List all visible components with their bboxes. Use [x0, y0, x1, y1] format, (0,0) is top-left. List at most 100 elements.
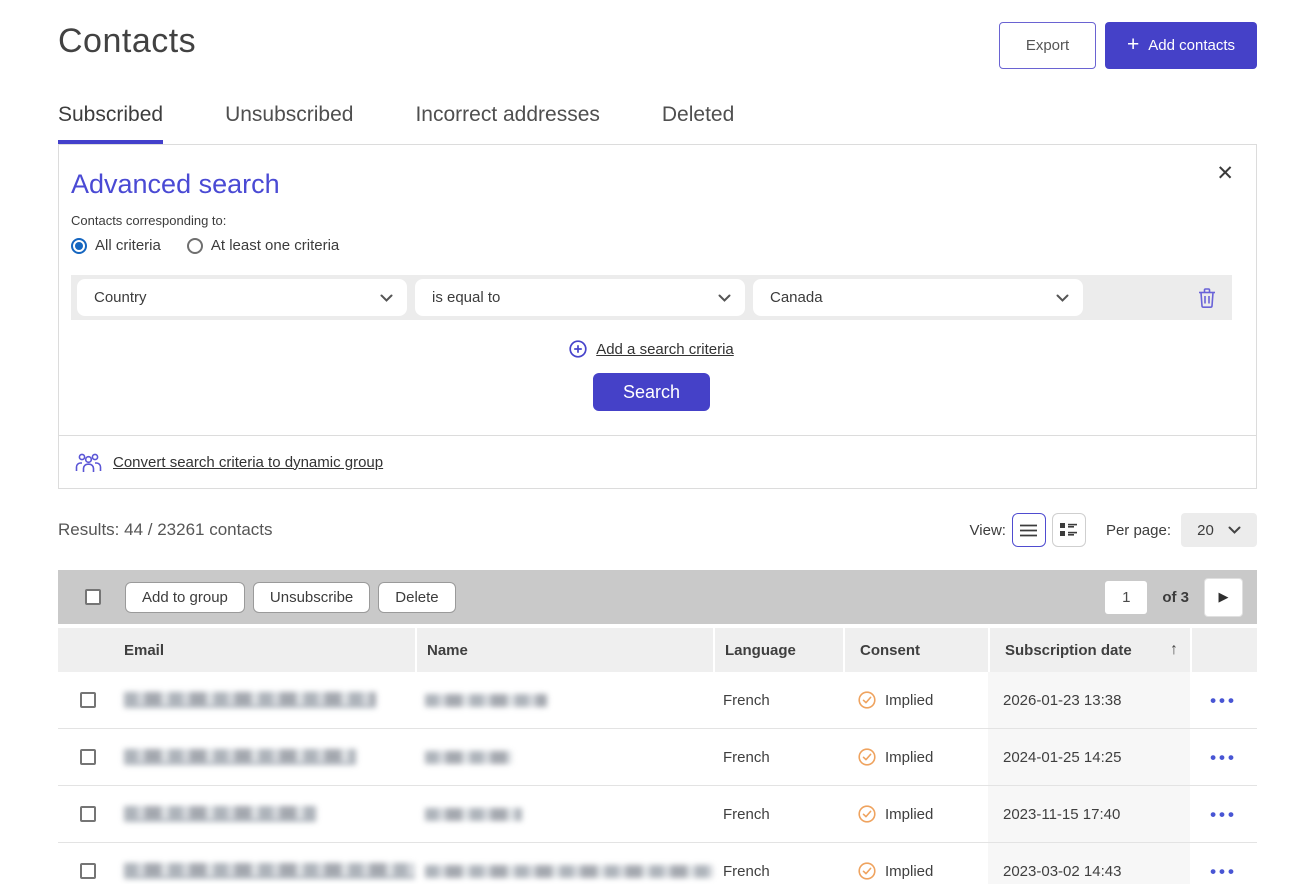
criteria-operator-value: is equal to: [432, 289, 500, 306]
redacted-email[interactable]: [124, 806, 316, 822]
subscription-date-cell: 2023-11-15 17:40: [1003, 806, 1120, 823]
column-header-name[interactable]: Name: [415, 628, 713, 672]
language-cell: French: [713, 806, 843, 823]
results-count: Results: 44 / 23261 contacts: [58, 520, 273, 540]
export-button[interactable]: Export: [999, 22, 1096, 69]
subscription-date-cell: 2024-01-25 14:25: [1003, 749, 1121, 766]
advanced-search-title: Advanced search: [71, 169, 1232, 200]
criteria-value-select[interactable]: Canada: [753, 279, 1083, 316]
delete-button[interactable]: Delete: [378, 582, 455, 613]
close-icon[interactable]: ✕: [1216, 163, 1234, 184]
add-search-criteria-link[interactable]: Add a search criteria: [569, 340, 734, 358]
check-circle-icon: [858, 691, 876, 709]
consent-cell: Implied: [843, 805, 988, 823]
consent-cell: Implied: [843, 748, 988, 766]
redacted-email[interactable]: [124, 749, 356, 765]
radio-selected-icon[interactable]: [71, 238, 87, 254]
tab-unsubscribed[interactable]: Unsubscribed: [225, 103, 353, 144]
row-checkbox[interactable]: [80, 692, 96, 708]
pagination: of 3 ▶: [1105, 578, 1243, 617]
per-page-select[interactable]: 20: [1181, 513, 1257, 547]
subscription-date-cell: 2023-03-02 14:43: [1003, 863, 1121, 880]
radio-unselected-icon[interactable]: [187, 238, 203, 254]
card-view-icon: [1060, 523, 1077, 537]
add-contacts-button[interactable]: + Add contacts: [1105, 22, 1257, 69]
language-cell: French: [713, 863, 843, 880]
select-all-checkbox[interactable]: [85, 589, 101, 605]
plus-icon: +: [1127, 34, 1139, 55]
list-view-button[interactable]: [1012, 513, 1046, 547]
subscription-date-cell: 2026-01-23 13:38: [1003, 692, 1121, 709]
subscription-date-label: Subscription date: [1005, 642, 1132, 659]
redacted-name: [425, 751, 512, 764]
row-actions-menu-button[interactable]: •••: [1210, 692, 1237, 709]
check-circle-icon: [858, 862, 876, 880]
tab-deleted[interactable]: Deleted: [662, 103, 734, 144]
tab-incorrect-addresses[interactable]: Incorrect addresses: [415, 103, 599, 144]
criteria-operator-select[interactable]: is equal to: [415, 279, 745, 316]
row-checkbox[interactable]: [80, 749, 96, 765]
advanced-search-panel: Advanced search ✕ Contacts corresponding…: [58, 144, 1257, 489]
consent-label: Implied: [885, 863, 933, 880]
column-header-language[interactable]: Language: [713, 628, 843, 672]
consent-label: Implied: [885, 806, 933, 823]
row-checkbox[interactable]: [80, 806, 96, 822]
trash-icon: [1198, 288, 1216, 308]
delete-criteria-button[interactable]: [1198, 288, 1216, 308]
table-header-row: Email Name Language Consent Subscription…: [58, 628, 1257, 672]
add-contacts-label: Add contacts: [1148, 37, 1235, 54]
unsubscribe-button[interactable]: Unsubscribe: [253, 582, 370, 613]
chevron-down-icon: [1228, 526, 1241, 534]
add-to-group-button[interactable]: Add to group: [125, 582, 245, 613]
per-page-value: 20: [1197, 522, 1214, 539]
convert-to-dynamic-group-link[interactable]: Convert search criteria to dynamic group: [113, 454, 383, 471]
column-header-email[interactable]: Email: [117, 628, 415, 672]
group-people-icon: [75, 451, 102, 473]
redacted-email[interactable]: [124, 692, 376, 708]
page-header: Contacts Export + Add contacts: [58, 0, 1257, 69]
consent-cell: Implied: [843, 862, 988, 880]
add-search-criteria-label: Add a search criteria: [596, 341, 734, 358]
consent-label: Implied: [885, 749, 933, 766]
criteria-mode-radios: All criteria At least one criteria: [71, 237, 1232, 254]
page-title: Contacts: [58, 22, 196, 61]
card-view-button[interactable]: [1052, 513, 1086, 547]
per-page-label: Per page:: [1106, 522, 1171, 539]
redacted-name: [425, 694, 547, 707]
page-number-input[interactable]: [1105, 581, 1147, 614]
table-row: French Implied 2024-01-25 14:25 •••: [58, 729, 1257, 786]
next-page-button[interactable]: ▶: [1204, 578, 1243, 617]
radio-all-criteria[interactable]: All criteria: [71, 237, 161, 254]
status-tabs: Subscribed Unsubscribed Incorrect addres…: [58, 103, 1257, 144]
column-header-consent[interactable]: Consent: [843, 628, 988, 672]
list-view-icon: [1020, 524, 1037, 537]
page-of-label: of 3: [1162, 589, 1189, 606]
row-checkbox[interactable]: [80, 863, 96, 879]
language-cell: French: [713, 692, 843, 709]
tab-subscribed[interactable]: Subscribed: [58, 103, 163, 144]
sort-ascending-icon[interactable]: ↑: [1170, 641, 1178, 659]
row-actions-menu-button[interactable]: •••: [1210, 863, 1237, 880]
column-header-subscription-date[interactable]: Subscription date ↑: [988, 628, 1190, 672]
table-row: French Implied 2023-03-02 14:43 •••: [58, 843, 1257, 884]
chevron-down-icon: [380, 294, 393, 302]
consent-cell: Implied: [843, 691, 988, 709]
radio-at-least-one-label: At least one criteria: [211, 237, 339, 254]
results-bar: Results: 44 / 23261 contacts View: Per p…: [58, 513, 1257, 547]
search-button[interactable]: Search: [593, 373, 710, 411]
view-label: View:: [970, 522, 1006, 539]
redacted-name: [425, 865, 713, 878]
radio-at-least-one-criteria[interactable]: At least one criteria: [187, 237, 339, 254]
chevron-down-icon: [718, 294, 731, 302]
convert-row: Convert search criteria to dynamic group: [59, 435, 1256, 488]
row-actions-menu-button[interactable]: •••: [1210, 749, 1237, 766]
redacted-email[interactable]: [124, 863, 415, 879]
corresponding-label: Contacts corresponding to:: [71, 213, 1232, 228]
row-actions-menu-button[interactable]: •••: [1210, 806, 1237, 823]
criteria-field-select[interactable]: Country: [77, 279, 407, 316]
header-actions-column: [1190, 628, 1257, 672]
search-criteria-row: Country is equal to Canada: [71, 275, 1232, 320]
caret-right-icon: ▶: [1219, 589, 1229, 605]
chevron-down-icon: [1056, 294, 1069, 302]
table-row: French Implied 2026-01-23 13:38 •••: [58, 672, 1257, 729]
